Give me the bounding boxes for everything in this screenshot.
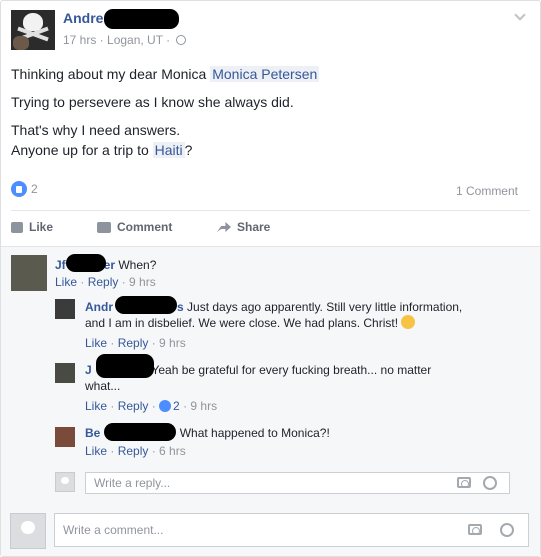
like-reaction-icon: [11, 181, 27, 197]
emoji-icon[interactable]: [500, 523, 514, 537]
comment-button[interactable]: Comment: [97, 220, 172, 234]
post-line-4: Anyone up for a trip to Haiti?: [11, 142, 193, 158]
redacted-surname: [104, 9, 179, 29]
tag-monica-petersen[interactable]: Monica Petersen: [210, 66, 320, 82]
feed-post: Andre 17 hrs · Logan, UT · Thinking abou…: [0, 0, 541, 557]
action-bar: Like Comment Share: [11, 220, 531, 238]
share-icon: [217, 222, 231, 232]
comment-input[interactable]: Write a comment...: [54, 513, 529, 547]
reply-meta: Like · Reply · 9 hrs: [85, 336, 186, 350]
comments-section: Jf er When? Like · Reply · 9 hrs Andr s Ju…: [1, 246, 540, 556]
current-user-avatar: [55, 472, 75, 492]
redacted-name: [115, 296, 177, 314]
like-button[interactable]: Like: [11, 220, 53, 234]
reply-input[interactable]: Write a reply...: [85, 472, 510, 494]
comment-icon: [97, 221, 111, 233]
reply-avatar[interactable]: [55, 299, 75, 319]
tag-haiti[interactable]: Haiti: [152, 142, 185, 158]
redacted-name: [104, 423, 176, 441]
post-meta: 17 hrs · Logan, UT ·: [63, 33, 186, 47]
author-avatar[interactable]: [11, 10, 55, 50]
commenter-avatar[interactable]: [11, 255, 47, 291]
comment-meta: Like · Reply · 9 hrs: [55, 275, 156, 289]
redacted-name: [96, 354, 154, 378]
author-name[interactable]: Andre: [63, 10, 103, 26]
chevron-down-icon[interactable]: [514, 9, 526, 21]
thumbs-up-icon: [11, 221, 23, 233]
crying-emoji-icon: [401, 315, 416, 329]
current-user-avatar: [10, 513, 46, 549]
like-reaction-icon: [159, 400, 172, 412]
reply-avatar[interactable]: [55, 363, 75, 383]
emoji-icon[interactable]: [483, 476, 497, 490]
redacted-name: [66, 254, 106, 272]
reply-avatar[interactable]: [55, 427, 75, 447]
post-line-1: Thinking about my dear Monica Monica Pet…: [11, 66, 320, 82]
like-count: 2: [31, 182, 38, 196]
divider: [11, 210, 530, 211]
post-line-3: That's why I need answers.: [11, 122, 181, 138]
camera-icon[interactable]: [468, 524, 482, 535]
globe-icon: [175, 35, 186, 45]
reply-meta: Like · Reply · 2 · 9 hrs: [85, 399, 218, 413]
comment-count[interactable]: 1 Comment: [456, 184, 518, 198]
comment-reply-link[interactable]: Reply: [88, 275, 119, 289]
reply-meta: Like · Reply · 6 hrs: [85, 444, 186, 458]
reaction-summary[interactable]: 2: [11, 181, 38, 197]
camera-icon[interactable]: [457, 477, 471, 488]
comment-like-link[interactable]: Like: [55, 275, 77, 289]
post-line-2: Trying to persevere as I know she always…: [11, 94, 294, 110]
share-button[interactable]: Share: [217, 220, 270, 234]
